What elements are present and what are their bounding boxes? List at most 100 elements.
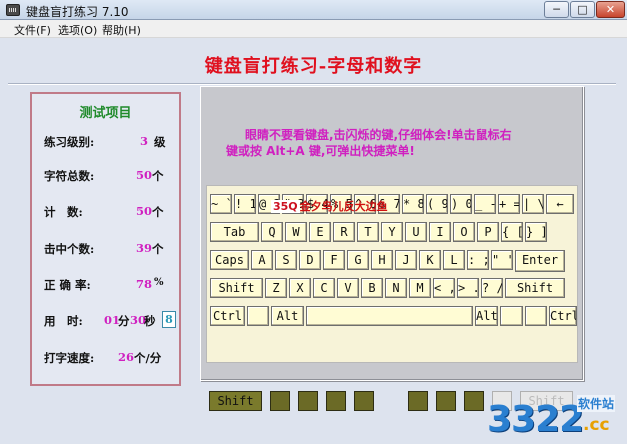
finger-indicator-5 bbox=[408, 391, 428, 411]
stat-level-value: 3 bbox=[140, 134, 149, 148]
key-3-9: K bbox=[419, 250, 441, 270]
stat-accuracy: 正 确 率: 78 % bbox=[44, 277, 176, 293]
stat-total-unit: 个 bbox=[152, 169, 164, 183]
main-area: 键盘盲打练习-字母和数字 测试项目 练习级别: 3 级 字符总数: 50 个 计… bbox=[0, 38, 627, 444]
key-4-5: V bbox=[337, 278, 359, 298]
key-4-10: > . bbox=[457, 278, 479, 298]
minimize-button[interactable]: ─ bbox=[544, 1, 569, 18]
key-2-13: } ] bbox=[525, 222, 547, 242]
stat-speed-label: 打字速度: bbox=[44, 351, 95, 365]
watermark-number: 3322 bbox=[487, 399, 584, 440]
key-5-3: Alt bbox=[271, 306, 304, 326]
stat-time-sec-unit: 秒 bbox=[144, 314, 156, 328]
key-4-2: Z bbox=[265, 278, 287, 298]
key-1-11: ) 0 bbox=[450, 194, 472, 214]
stat-level: 练习级别: 3 级 bbox=[44, 134, 176, 150]
finger-indicator-3 bbox=[326, 391, 346, 411]
divider bbox=[8, 83, 616, 85]
key-1-14: | \ bbox=[522, 194, 544, 214]
key-3-4: D bbox=[299, 250, 321, 270]
keyboard-app-icon bbox=[6, 4, 20, 16]
key-4-9: < , bbox=[433, 278, 455, 298]
key-4-1: Shift bbox=[210, 278, 263, 298]
key-5-1: Ctrl bbox=[210, 306, 245, 326]
menu-help[interactable]: 帮助(H) bbox=[102, 22, 141, 38]
key-3-11: : ; bbox=[467, 250, 489, 270]
key-5-2 bbox=[247, 306, 269, 326]
stat-count: 计 数: 50 个 bbox=[44, 204, 176, 220]
stat-accuracy-value: 78 bbox=[136, 277, 153, 291]
close-button[interactable]: ✕ bbox=[596, 1, 625, 18]
menu-options[interactable]: 选项(O) bbox=[58, 22, 97, 38]
maximize-button[interactable]: □ bbox=[570, 1, 595, 18]
key-2-7: Y bbox=[381, 222, 403, 242]
title-bar: 键盘盲打练习 7.10 ─ □ ✕ bbox=[0, 0, 627, 20]
key-3-3: S bbox=[275, 250, 297, 270]
key-1-9: * 8 bbox=[402, 194, 424, 214]
shift-left-indicator: Shift bbox=[209, 391, 262, 411]
keyboard-panel: 眼睛不要看键盘,击闪烁的键,仔细体会!单击鼠标右 键或按 Alt+A 键,可弹出… bbox=[200, 86, 584, 381]
key-1-12: _ - bbox=[474, 194, 496, 214]
window-title: 键盘盲打练习 7.10 bbox=[26, 5, 129, 19]
menu-file[interactable]: 文件(F) bbox=[14, 22, 51, 38]
key-3-6: G bbox=[347, 250, 369, 270]
watermark-site: 软件站 bbox=[577, 395, 616, 412]
key-4-3: X bbox=[289, 278, 311, 298]
stat-total-label: 字符总数: bbox=[44, 169, 95, 183]
watermark-domain: .cc bbox=[583, 415, 610, 435]
key-1-1: ~ ` bbox=[210, 194, 232, 214]
stat-speed: 打字速度: 26 个/分 bbox=[44, 350, 176, 366]
key-3-2: A bbox=[251, 250, 273, 270]
key-2-6: T bbox=[357, 222, 379, 242]
finger-indicator-2 bbox=[298, 391, 318, 411]
key-5-7 bbox=[525, 306, 547, 326]
key-3-8: J bbox=[395, 250, 417, 270]
stat-hits-unit: 个 bbox=[152, 242, 164, 256]
key-2-8: U bbox=[405, 222, 427, 242]
key-2-11: P bbox=[477, 222, 499, 242]
key-2-4: E bbox=[309, 222, 331, 242]
stats-panel: 测试项目 练习级别: 3 级 字符总数: 50 个 计 数: 50 个 击中个数… bbox=[30, 92, 181, 386]
key-2-5: R bbox=[333, 222, 355, 242]
stat-time-min-unit: 分 bbox=[118, 314, 130, 328]
key-2-1: Tab bbox=[210, 222, 259, 242]
key-1-2: ! 1 bbox=[234, 194, 256, 214]
flash-text: 35Q 金夕鸟儿反大边鱼 bbox=[271, 200, 388, 213]
finger-indicator-6 bbox=[436, 391, 456, 411]
key-4-8: M bbox=[409, 278, 431, 298]
stat-time-label: 用 时: bbox=[44, 314, 83, 328]
stat-accuracy-unit: % bbox=[154, 277, 164, 288]
key-2-2: Q bbox=[261, 222, 283, 242]
key-1-10: ( 9 bbox=[426, 194, 448, 214]
key-3-13: Enter bbox=[515, 250, 565, 272]
key-3-5: F bbox=[323, 250, 345, 270]
stat-level-unit: 级 bbox=[154, 135, 166, 149]
flash-chars: 金夕鸟儿反大边鱼 bbox=[299, 200, 388, 213]
key-4-7: N bbox=[385, 278, 407, 298]
page-title: 键盘盲打练习-字母和数字 bbox=[204, 56, 423, 77]
key-5-6 bbox=[500, 306, 523, 326]
stat-count-label: 计 数: bbox=[44, 205, 83, 219]
key-1-13: + = bbox=[498, 194, 520, 214]
stat-speed-unit: 个/分 bbox=[134, 351, 162, 365]
key-3-1: Caps bbox=[210, 250, 249, 270]
hint-line-1: 眼睛不要看键盘,击闪烁的键,仔细体会!单击鼠标右 bbox=[245, 128, 512, 142]
stat-level-label: 练习级别: bbox=[44, 135, 95, 149]
stat-hits: 击中个数: 39 个 bbox=[44, 241, 176, 257]
menu-bar: 文件(F) 选项(O) 帮助(H) bbox=[0, 20, 627, 38]
stat-total-value: 50 bbox=[136, 168, 153, 182]
key-1-15: ← bbox=[546, 194, 574, 214]
stat-count-unit: 个 bbox=[152, 205, 164, 219]
key-3-12: " ' bbox=[491, 250, 513, 270]
key-3-10: L bbox=[443, 250, 465, 270]
key-3-7: H bbox=[371, 250, 393, 270]
time-digit-box: 8 bbox=[162, 311, 176, 328]
watermark-logo: 3322 .cc 软件站 bbox=[487, 391, 627, 444]
flash-code: 35Q bbox=[271, 200, 300, 213]
finger-indicator-7 bbox=[464, 391, 484, 411]
finger-indicator-1 bbox=[270, 391, 290, 411]
stat-speed-value: 26 bbox=[118, 350, 135, 364]
key-4-6: B bbox=[361, 278, 383, 298]
stat-hits-value: 39 bbox=[136, 241, 153, 255]
stat-accuracy-label: 正 确 率: bbox=[44, 278, 91, 292]
